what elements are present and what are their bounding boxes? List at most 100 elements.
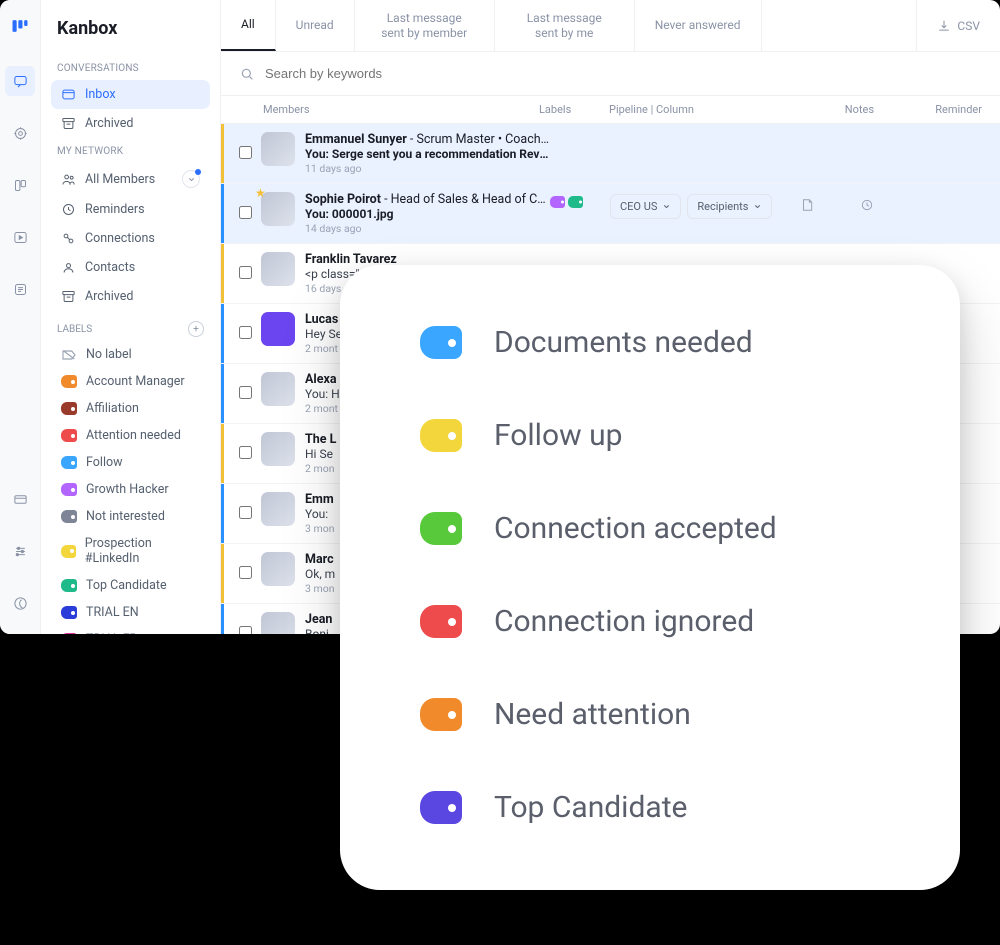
avatar <box>261 312 295 346</box>
row-checkbox[interactable] <box>239 146 252 159</box>
row-labels <box>550 252 610 256</box>
star-icon: ★ <box>255 186 266 200</box>
overlay-item[interactable]: Documents needed <box>420 325 880 360</box>
tag-icon <box>61 483 77 496</box>
row-checkbox[interactable] <box>239 626 252 634</box>
row-checkbox[interactable] <box>239 266 252 279</box>
nav-label: Reminders <box>85 202 145 217</box>
label-item[interactable]: Account Manager <box>51 368 210 395</box>
tab-last-me[interactable]: Last message sent by me <box>495 0 635 51</box>
nav-connections[interactable]: Connections <box>51 224 210 253</box>
overlay-item[interactable]: Need attention <box>420 697 880 732</box>
label-item[interactable]: No label <box>51 341 210 368</box>
tag-outline-icon <box>61 348 77 362</box>
rail-target-icon[interactable] <box>5 118 35 148</box>
tab-unread[interactable]: Unread <box>276 0 355 51</box>
tab-last-member[interactable]: Last message sent by member <box>355 0 495 51</box>
tag-icon <box>61 579 77 592</box>
rail-board-icon[interactable] <box>5 170 35 200</box>
row-checkbox[interactable] <box>239 206 252 219</box>
overlay-label: Connection accepted <box>494 511 777 546</box>
rail-sliders-icon[interactable] <box>5 536 35 566</box>
search-bar <box>221 52 1000 96</box>
row-checkbox[interactable] <box>239 446 252 459</box>
tag-icon <box>61 429 77 442</box>
tab-all[interactable]: All <box>221 0 276 51</box>
overlay-label: Connection ignored <box>494 604 754 639</box>
row-checkbox[interactable] <box>239 326 252 339</box>
tab-never[interactable]: Never answered <box>635 0 762 51</box>
label-text: TRIAL EN <box>86 605 139 620</box>
message-preview: You: Serge sent you a recommendation Rev… <box>305 147 550 161</box>
overlay-item[interactable]: Top Candidate <box>420 790 880 825</box>
row-labels <box>550 192 610 208</box>
tab-bar: All Unread Last message sent by member L… <box>221 0 1000 52</box>
avatar <box>261 552 295 586</box>
conversation-row[interactable]: Emmanuel Sunyer - Scrum Master • Coach A… <box>221 124 1000 184</box>
col-header: Notes <box>799 103 874 116</box>
row-checkbox[interactable] <box>239 506 252 519</box>
col-header: Labels <box>539 103 609 116</box>
overlay-label: Follow up <box>494 418 622 453</box>
row-checkbox[interactable] <box>239 386 252 399</box>
rail-list-icon[interactable] <box>5 274 35 304</box>
nav-archived-network[interactable]: Archived <box>51 282 210 311</box>
label-text: Attention needed <box>86 428 181 443</box>
tag-icon <box>420 698 462 731</box>
overlay-label: Top Candidate <box>494 790 687 825</box>
reminder-icon[interactable] <box>860 252 982 258</box>
tag-icon <box>420 605 462 638</box>
pipeline-chip[interactable]: Recipients <box>687 194 772 219</box>
label-item[interactable]: Affiliation <box>51 395 210 422</box>
member-name: Sophie Poirot - Head of Sales & Head of … <box>305 192 550 207</box>
note-icon[interactable] <box>800 192 860 212</box>
tag-icon <box>420 419 462 452</box>
note-icon[interactable] <box>800 132 860 138</box>
labels-header: LABELS + <box>51 311 210 341</box>
label-item[interactable]: Attention needed <box>51 422 210 449</box>
chevron-down-icon[interactable] <box>182 170 200 188</box>
overlay-label: Documents needed <box>494 325 753 360</box>
row-checkbox[interactable] <box>239 566 252 579</box>
message-preview: You: 000001.jpg <box>305 207 550 221</box>
label-item[interactable]: TRIAL EN <box>51 599 210 626</box>
nav-reminders[interactable]: Reminders <box>51 195 210 224</box>
conversation-row[interactable]: ★ Sophie Poirot - Head of Sales & Head of… <box>221 184 1000 244</box>
clock-icon <box>61 202 76 217</box>
tag-icon <box>61 606 77 619</box>
note-icon[interactable] <box>800 252 860 258</box>
label-item[interactable]: Not interested <box>51 503 210 530</box>
label-text: Account Manager <box>86 374 185 389</box>
avatar <box>261 132 295 166</box>
rail-card-icon[interactable] <box>5 484 35 514</box>
rail-play-icon[interactable] <box>5 222 35 252</box>
nav-inbox[interactable]: Inbox <box>51 80 210 109</box>
label-text: Prospection #LinkedIn <box>85 536 200 566</box>
label-item[interactable]: Growth Hacker <box>51 476 210 503</box>
nav-archived[interactable]: Archived <box>51 109 210 138</box>
tag-icon <box>420 791 462 824</box>
tag-icon <box>568 196 583 208</box>
nav-allmembers[interactable]: All Members <box>51 163 210 195</box>
rail-chat-icon[interactable] <box>5 66 35 96</box>
export-csv-button[interactable]: CSV <box>916 0 1000 51</box>
overlay-item[interactable]: Connection accepted <box>420 511 880 546</box>
label-item[interactable]: Top Candidate <box>51 572 210 599</box>
col-header: Reminder <box>874 103 982 116</box>
overlay-item[interactable]: Connection ignored <box>420 604 880 639</box>
avatar: ★ <box>261 192 295 226</box>
add-label-button[interactable]: + <box>188 321 204 337</box>
rail-moon-icon[interactable] <box>5 588 35 618</box>
overlay-item[interactable]: Follow up <box>420 418 880 453</box>
tag-icon <box>61 545 76 558</box>
archive-icon <box>61 116 76 131</box>
label-item[interactable]: TRIAL FR <box>51 626 210 634</box>
label-item[interactable]: Follow <box>51 449 210 476</box>
search-input[interactable] <box>265 66 982 81</box>
pipeline-chip[interactable]: CEO US <box>610 194 681 219</box>
nav-contacts[interactable]: Contacts <box>51 253 210 282</box>
labels-popover: Documents needed Follow up Connection acce… <box>340 265 960 890</box>
reminder-icon[interactable] <box>860 192 982 212</box>
label-item[interactable]: Prospection #LinkedIn <box>51 530 210 572</box>
reminder-icon[interactable] <box>860 132 982 138</box>
